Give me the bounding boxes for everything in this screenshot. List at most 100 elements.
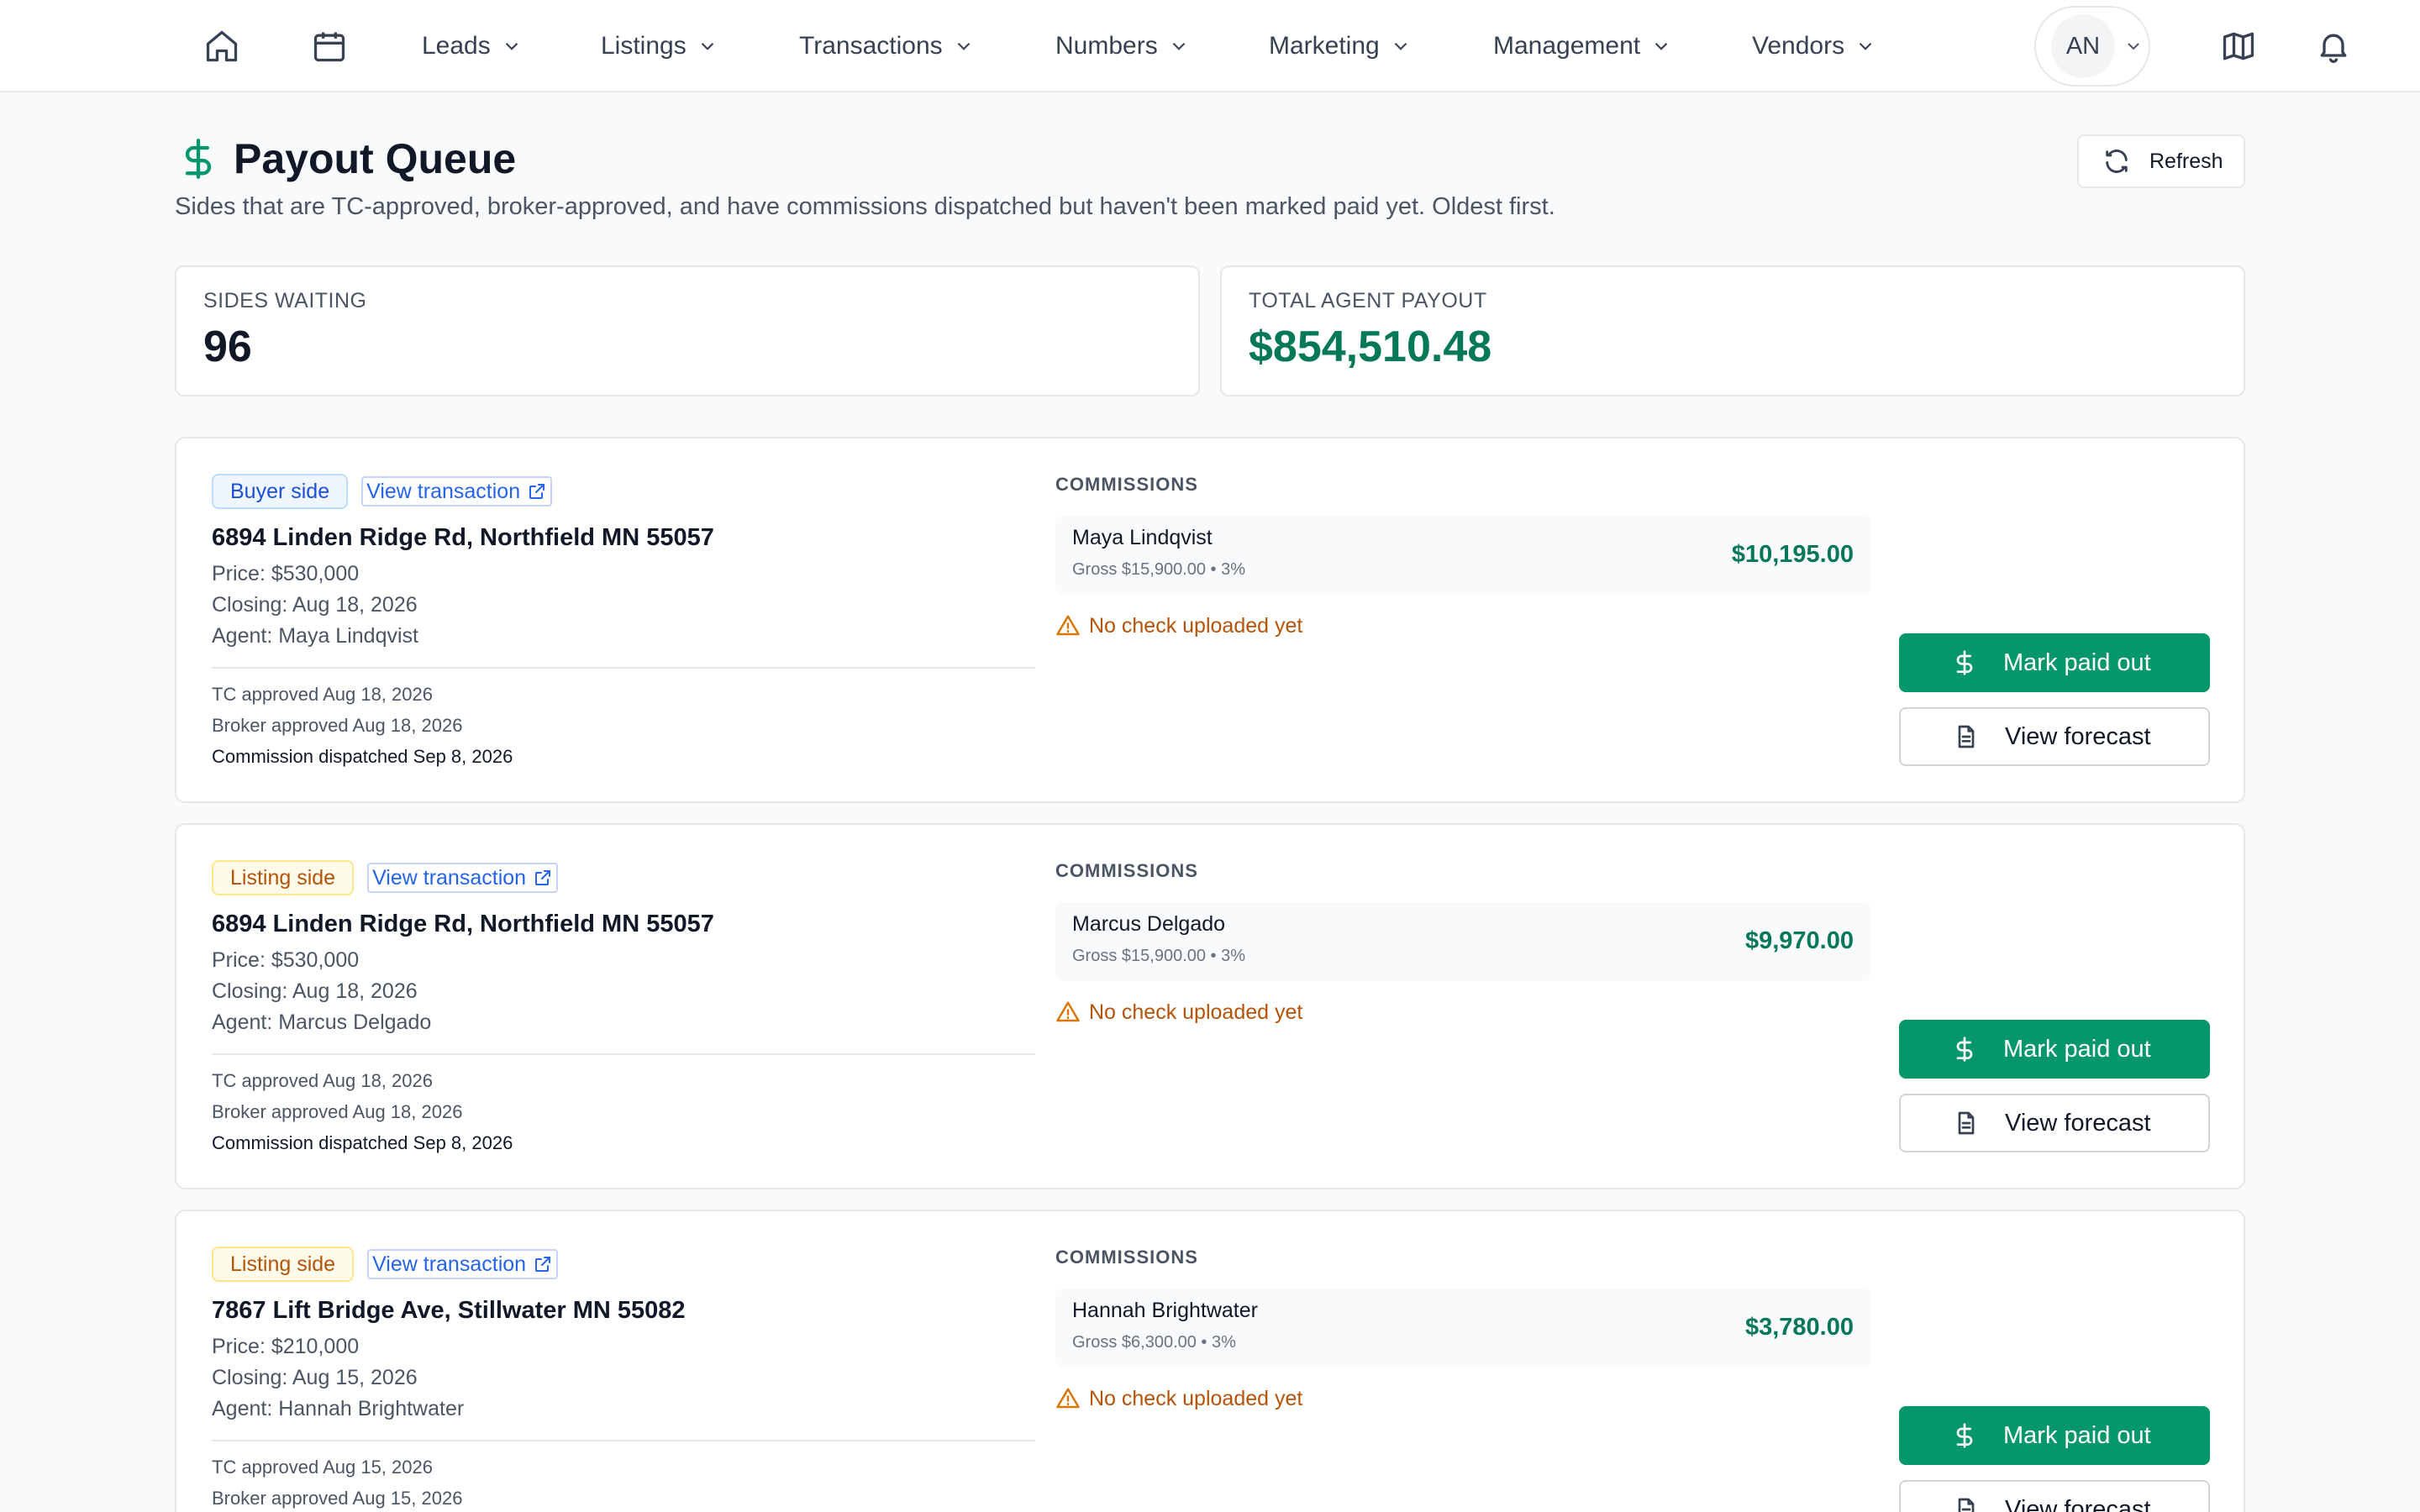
mark-paid-out-label: Mark paid out — [2003, 1421, 2151, 1449]
document-icon — [1958, 1498, 1975, 1512]
check-warning: No check uploaded yet — [1055, 1386, 1870, 1411]
map-icon[interactable] — [2220, 28, 2257, 65]
commission-gross: Gross $15,900.00 • 3% — [1072, 947, 1246, 965]
price: Price: $530,000 — [212, 948, 360, 972]
document-icon — [1958, 725, 1975, 748]
warning-icon — [1056, 615, 1080, 636]
view-forecast-label: View forecast — [2005, 1109, 2151, 1137]
commission-dispatched: Commission dispatched Sep 8, 2026 — [212, 746, 513, 767]
card-details: Listing side View transaction 7867 Lift … — [212, 1247, 1035, 1512]
payout-card: Listing side View transaction 6894 Linde… — [175, 823, 2245, 1189]
bell-icon[interactable] — [2315, 28, 2352, 65]
commission-gross: Gross $6,300.00 • 3% — [1072, 1333, 1236, 1352]
view-forecast-button[interactable]: View forecast — [1899, 707, 2210, 766]
nav-menu-label: Numbers — [1055, 32, 1158, 60]
card-details: Listing side View transaction 6894 Linde… — [212, 860, 1035, 1158]
closing-date: Closing: Aug 15, 2026 — [212, 1366, 418, 1389]
mark-paid-out-button[interactable]: Mark paid out — [1899, 1406, 2210, 1465]
tc-approved: TC approved Aug 15, 2026 — [212, 1457, 433, 1478]
divider — [212, 667, 1035, 669]
nav-menu-listings[interactable]: Listings — [601, 0, 718, 92]
view-transaction-link[interactable]: View transaction — [367, 863, 559, 893]
avatar: AN — [2051, 14, 2115, 78]
commission-amount: $9,970.00 — [1744, 927, 1854, 954]
nav-menu-numbers[interactable]: Numbers — [1055, 0, 1190, 92]
tc-approved: TC approved Aug 18, 2026 — [212, 1070, 433, 1091]
broker-approved: Broker approved Aug 18, 2026 — [212, 715, 463, 736]
card-actions: Mark paid out View forecast — [1899, 1020, 2210, 1152]
nav-menu-marketing[interactable]: Marketing — [1269, 0, 1412, 92]
view-forecast-button[interactable]: View forecast — [1899, 1480, 2210, 1512]
mark-paid-out-button[interactable]: Mark paid out — [1899, 633, 2210, 692]
chevron-down-icon — [1859, 42, 1872, 50]
view-transaction-label: View transaction — [372, 866, 527, 890]
chevron-down-icon — [2128, 43, 2139, 50]
commissions-panel: COMMISSIONS Marcus Delgado Gross $15,900… — [1055, 860, 1870, 1025]
card-details: Buyer side View transaction 6894 Linden … — [212, 474, 1035, 772]
commissions-panel: COMMISSIONS Maya Lindqvist Gross $15,900… — [1055, 474, 1870, 638]
card-actions: Mark paid out View forecast — [1899, 633, 2210, 766]
warning-icon — [1056, 1388, 1080, 1409]
commissions-label: COMMISSIONS — [1055, 860, 1198, 881]
external-link-icon — [535, 1257, 551, 1272]
nav-menu-label: Listings — [601, 32, 687, 60]
closing-date: Closing: Aug 18, 2026 — [212, 979, 418, 1003]
chevron-down-icon — [1394, 42, 1407, 50]
divider — [212, 1053, 1035, 1055]
mark-paid-out-label: Mark paid out — [2003, 648, 2151, 676]
page-title: Payout Queue — [234, 135, 517, 182]
nav-menu-leads[interactable]: Leads — [422, 0, 523, 92]
stat-label: TOTAL AGENT PAYOUT — [1249, 289, 1487, 312]
commissions-label: COMMISSIONS — [1055, 1247, 1198, 1268]
divider — [212, 1440, 1035, 1441]
nav-menu-label: Management — [1493, 32, 1641, 60]
account-menu[interactable]: AN — [2034, 6, 2150, 87]
warning-text: No check uploaded yet — [1089, 1386, 1303, 1410]
closing-date: Closing: Aug 18, 2026 — [212, 593, 418, 617]
check-warning: No check uploaded yet — [1055, 613, 1870, 638]
nav-menu-label: Leads — [422, 32, 491, 60]
mark-paid-out-label: Mark paid out — [2003, 1035, 2151, 1063]
agent: Agent: Hannah Brightwater — [212, 1397, 465, 1420]
property-address: 6894 Linden Ridge Rd, Northfield MN 5505… — [212, 911, 714, 937]
chevron-down-icon — [1655, 42, 1668, 50]
home-icon[interactable] — [203, 28, 240, 65]
view-transaction-link[interactable]: View transaction — [367, 1249, 559, 1279]
broker-approved: Broker approved Aug 15, 2026 — [212, 1488, 463, 1509]
nav-menu-vendors[interactable]: Vendors — [1752, 0, 1876, 92]
chevron-down-icon — [701, 42, 713, 50]
broker-approved: Broker approved Aug 18, 2026 — [212, 1101, 463, 1122]
view-forecast-button[interactable]: View forecast — [1899, 1094, 2210, 1152]
side-badge: Listing side — [212, 860, 355, 895]
warning-icon — [1056, 1001, 1080, 1022]
view-forecast-label: View forecast — [2005, 722, 2151, 750]
card-actions: Mark paid out View forecast — [1899, 1406, 2210, 1512]
price: Price: $210,000 — [212, 1335, 360, 1358]
dollar-icon — [1956, 1423, 1973, 1448]
view-transaction-label: View transaction — [366, 480, 521, 503]
price: Price: $530,000 — [212, 562, 360, 585]
refresh-icon — [2106, 150, 2128, 173]
chevron-down-icon — [957, 42, 970, 50]
nav-menu-transactions[interactable]: Transactions — [799, 0, 975, 92]
document-icon — [1958, 1111, 1975, 1135]
nav-menu-management[interactable]: Management — [1493, 0, 1672, 92]
dollar-icon — [1956, 1037, 1973, 1062]
dollar-icon — [185, 139, 212, 179]
nav-menu-label: Transactions — [799, 32, 943, 60]
agent: Agent: Marcus Delgado — [212, 1011, 432, 1034]
commission-row: Hannah Brightwater Gross $6,300.00 • 3% … — [1055, 1289, 1870, 1368]
view-transaction-link[interactable]: View transaction — [361, 476, 553, 507]
dollar-icon — [1956, 650, 1973, 675]
nav-menu-label: Marketing — [1269, 32, 1380, 60]
payout-card: Buyer side View transaction 6894 Linden … — [175, 437, 2245, 803]
mark-paid-out-button[interactable]: Mark paid out — [1899, 1020, 2210, 1079]
chevron-down-icon — [1172, 42, 1185, 50]
stat-label: SIDES WAITING — [203, 289, 367, 312]
commission-row: Maya Lindqvist Gross $15,900.00 • 3% $10… — [1055, 516, 1870, 595]
calendar-icon[interactable] — [311, 28, 348, 65]
top-nav: Leads Listings Transactions Numbers Mark… — [0, 0, 2420, 92]
warning-text: No check uploaded yet — [1089, 1000, 1303, 1024]
commission-agent: Hannah Brightwater — [1072, 1299, 1258, 1322]
refresh-button[interactable]: Refresh — [2077, 134, 2245, 188]
